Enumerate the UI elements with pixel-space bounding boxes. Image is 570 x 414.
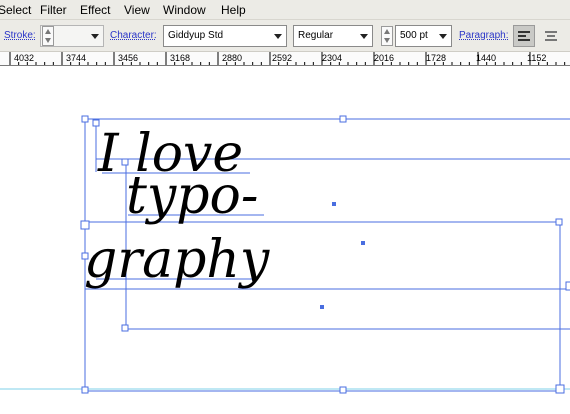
align-left-button[interactable] <box>513 25 535 47</box>
align-center-button[interactable] <box>540 25 562 47</box>
center-point <box>361 241 365 245</box>
resize-handle[interactable] <box>339 386 347 394</box>
menu-filter[interactable]: Filter <box>40 3 67 17</box>
artwork-line-3[interactable]: graphy <box>84 230 270 290</box>
artwork-line-2[interactable]: typo- <box>126 166 258 226</box>
font-style-dropdown[interactable]: Regular <box>293 25 373 47</box>
resize-handle[interactable] <box>92 119 100 127</box>
resize-handle[interactable] <box>81 115 89 123</box>
resize-handle[interactable] <box>121 324 129 332</box>
center-point <box>320 305 324 309</box>
chevron-down-icon <box>91 34 99 39</box>
ruler-label: 3744 <box>66 53 87 63</box>
chevron-down-icon <box>439 34 447 39</box>
menu-effect[interactable]: Effect <box>80 3 110 17</box>
resize-handle[interactable] <box>339 115 347 123</box>
resize-handle[interactable] <box>565 281 570 291</box>
center-points <box>320 202 365 309</box>
arrow-down-icon <box>45 38 51 43</box>
resize-handle[interactable] <box>555 384 565 394</box>
font-style-value: Regular <box>298 30 334 41</box>
artwork-text[interactable]: I love typo- graphy <box>84 124 270 290</box>
font-size-stepper[interactable] <box>381 26 393 46</box>
font-size-value: 500 pt <box>400 30 428 41</box>
ruler-label: 2880 <box>222 53 243 63</box>
align-left-icon-line <box>518 39 530 41</box>
arrow-up-icon <box>384 29 390 34</box>
resize-handle[interactable] <box>80 220 90 230</box>
arrow-down-icon <box>384 38 390 43</box>
chevron-down-icon <box>274 34 282 39</box>
resize-handle[interactable] <box>555 218 563 226</box>
font-family-dropdown[interactable]: Giddyup Std <box>163 25 287 47</box>
stroke-label[interactable]: Stroke: <box>4 30 36 41</box>
ruler-label: 2592 <box>272 53 293 63</box>
align-left-icon <box>518 31 530 33</box>
paragraph-label[interactable]: Paragraph: <box>459 30 508 41</box>
font-family-value: Giddyup Std <box>168 30 224 41</box>
ruler-label: 1440 <box>476 53 497 63</box>
resize-handle[interactable] <box>81 386 89 394</box>
artwork-layer: I love typo- graphy <box>0 115 570 394</box>
menu-bar: Select Filter Effect View Window Help <box>0 0 570 20</box>
resize-handle[interactable] <box>121 158 129 166</box>
horizontal-ruler[interactable]: 4032 3744 3456 3168 2880 2592 2304 2016 … <box>0 52 570 66</box>
center-point <box>332 202 336 206</box>
resize-handle[interactable] <box>81 252 89 260</box>
align-left-icon-line <box>518 35 526 37</box>
align-center-icon-line <box>545 39 557 41</box>
ruler-label: 3456 <box>118 53 139 63</box>
ruler-label: 2016 <box>374 53 395 63</box>
stroke-stepper[interactable] <box>42 26 54 46</box>
menu-view[interactable]: View <box>124 3 150 17</box>
control-bar: Stroke: Character: Giddyup Std Regular 5… <box>0 20 570 52</box>
menu-select[interactable]: Select <box>0 3 31 17</box>
font-size-dropdown[interactable]: 500 pt <box>395 25 452 47</box>
arrow-up-icon <box>45 29 51 34</box>
menu-help[interactable]: Help <box>221 3 246 17</box>
character-label[interactable]: Character: <box>110 30 157 41</box>
align-center-icon-line <box>547 35 555 37</box>
artboard-canvas[interactable]: I love typo- graphy <box>0 67 570 414</box>
ruler-label: 3168 <box>170 53 191 63</box>
align-center-icon <box>545 31 557 33</box>
chevron-down-icon <box>360 34 368 39</box>
ruler-label: 1152 <box>527 53 547 63</box>
ruler-label: 4032 <box>14 53 35 63</box>
ruler-label: 2304 <box>322 53 343 63</box>
menu-window[interactable]: Window <box>163 3 206 17</box>
ruler-label: 1728 <box>426 53 447 63</box>
